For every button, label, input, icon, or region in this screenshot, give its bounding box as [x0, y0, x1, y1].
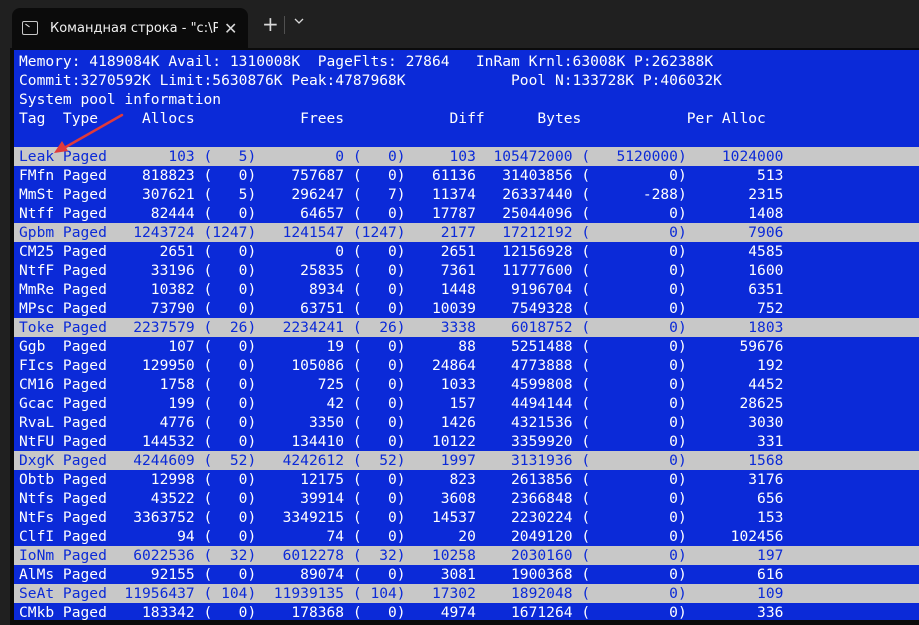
table-row: FIcs Paged 129950 ( 0) 105086 ( 0) 24864…: [14, 356, 919, 375]
tab-separator: [284, 16, 285, 34]
table-row-text: ClfI Paged 94 ( 0) 74 ( 0) 20 2049120 ( …: [19, 528, 784, 545]
table-row-text: FIcs Paged 129950 ( 0) 105086 ( 0) 24864…: [19, 357, 784, 374]
table-row-text: NtFs Paged 3363752 ( 0) 3349215 ( 0) 145…: [19, 509, 784, 526]
tab-title: Командная строка - "c:\Progr: [50, 20, 218, 36]
terminal-icon: [22, 21, 38, 35]
poolmon-header: Memory: 4189084K Avail: 1310008K PageFlt…: [19, 52, 766, 128]
table-row-text: IoNm Paged 6022536 ( 32) 6012278 ( 32) 1…: [19, 547, 784, 564]
table-row: Gcac Paged 199 ( 0) 42 ( 0) 157 4494144 …: [14, 394, 919, 413]
table-row-text: MPsc Paged 73790 ( 0) 63751 ( 0) 10039 7…: [19, 300, 784, 317]
table-row-text: Ntff Paged 82444 ( 0) 64657 ( 0) 17787 2…: [19, 205, 784, 222]
table-row: CM16 Paged 1758 ( 0) 725 ( 0) 1033 45998…: [14, 375, 919, 394]
table-row-text: Gpbm Paged 1243724 (1247) 1241547 (1247)…: [19, 224, 784, 241]
table-row-text: NtFU Paged 144532 ( 0) 134410 ( 0) 10122…: [19, 433, 784, 450]
table-row: NtFU Paged 144532 ( 0) 134410 ( 0) 10122…: [14, 432, 919, 451]
table-row: CMkb Paged 183342 ( 0) 178368 ( 0) 4974 …: [14, 603, 919, 622]
table-row: NtFs Paged 3363752 ( 0) 3349215 ( 0) 145…: [14, 508, 919, 527]
table-row: Leak Paged 103 ( 5) 0 ( 0) 103 105472000…: [14, 147, 919, 166]
terminal-tab[interactable]: Командная строка - "c:\Progr ✕: [12, 8, 248, 48]
table-row-text: MmSt Paged 307621 ( 5) 296247 ( 7) 11374…: [19, 186, 784, 203]
title-bar: Командная строка - "c:\Progr ✕ +: [0, 0, 919, 48]
table-row: MPsc Paged 73790 ( 0) 63751 ( 0) 10039 7…: [14, 299, 919, 318]
column-headers: Tag Type Allocs Frees Diff Bytes Per All…: [19, 110, 766, 127]
table-row: NtfF Paged 33196 ( 0) 25835 ( 0) 7361 11…: [14, 261, 919, 280]
commit-summary: Commit:3270592K Limit:5630876K Peak:4787…: [19, 72, 722, 89]
table-row-text: Leak Paged 103 ( 5) 0 ( 0) 103 105472000…: [19, 148, 784, 165]
table-row: MmSt Paged 307621 ( 5) 296247 ( 7) 11374…: [14, 185, 919, 204]
table-row-text: Toke Paged 2237579 ( 26) 2234241 ( 26) 3…: [19, 319, 784, 336]
table-row-text: FMfn Paged 818823 ( 0) 757687 ( 0) 61136…: [19, 167, 784, 184]
table-row: Toke Paged 2237579 ( 26) 2234241 ( 26) 3…: [14, 318, 919, 337]
table-row-text: DxgK Paged 4244609 ( 52) 4242612 ( 52) 1…: [19, 452, 784, 469]
new-tab-button[interactable]: +: [262, 14, 279, 34]
table-row: SeAt Paged 11956437 ( 104) 11939135 ( 10…: [14, 584, 919, 603]
table-row-text: CM25 Paged 2651 ( 0) 0 ( 0) 2651 1215692…: [19, 243, 784, 260]
table-row-text: NtfF Paged 33196 ( 0) 25835 ( 0) 7361 11…: [19, 262, 784, 279]
table-row: CM25 Paged 2651 ( 0) 0 ( 0) 2651 1215692…: [14, 242, 919, 261]
table-row-text: MmRe Paged 10382 ( 0) 8934 ( 0) 1448 919…: [19, 281, 784, 298]
table-row-text: CM16 Paged 1758 ( 0) 725 ( 0) 1033 45998…: [19, 376, 784, 393]
memory-summary: Memory: 4189084K Avail: 1310008K PageFlt…: [19, 53, 714, 70]
pool-info-title: System pool information: [19, 91, 222, 108]
table-row: ClfI Paged 94 ( 0) 74 ( 0) 20 2049120 ( …: [14, 527, 919, 546]
table-row-text: AlMs Paged 92155 ( 0) 89074 ( 0) 3081 19…: [19, 566, 784, 583]
table-row-text: RvaL Paged 4776 ( 0) 3350 ( 0) 1426 4321…: [19, 414, 784, 431]
table-row: MmRe Paged 10382 ( 0) 8934 ( 0) 1448 919…: [14, 280, 919, 299]
table-row: DxgK Paged 4244609 ( 52) 4242612 ( 52) 1…: [14, 451, 919, 470]
table-row: RvaL Paged 4776 ( 0) 3350 ( 0) 1426 4321…: [14, 413, 919, 432]
table-row-text: Obtb Paged 12998 ( 0) 12175 ( 0) 823 261…: [19, 471, 784, 488]
table-row: Ntff Paged 82444 ( 0) 64657 ( 0) 17787 2…: [14, 204, 919, 223]
table-row-text: Gcac Paged 199 ( 0) 42 ( 0) 157 4494144 …: [19, 395, 784, 412]
table-row: Ggb Paged 107 ( 0) 19 ( 0) 88 5251488 ( …: [14, 337, 919, 356]
table-row: AlMs Paged 92155 ( 0) 89074 ( 0) 3081 19…: [14, 565, 919, 584]
tab-close-button[interactable]: ✕: [224, 19, 237, 38]
table-row-text: Ggb Paged 107 ( 0) 19 ( 0) 88 5251488 ( …: [19, 338, 784, 355]
chevron-down-icon[interactable]: [294, 16, 304, 26]
table-row: FMfn Paged 818823 ( 0) 757687 ( 0) 61136…: [14, 166, 919, 185]
table-row-text: SeAt Paged 11956437 ( 104) 11939135 ( 10…: [19, 585, 784, 602]
table-row-text: Ntfs Paged 43522 ( 0) 39914 ( 0) 3608 23…: [19, 490, 784, 507]
table-row: Ntfs Paged 43522 ( 0) 39914 ( 0) 3608 23…: [14, 489, 919, 508]
table-row: IoNm Paged 6022536 ( 32) 6012278 ( 32) 1…: [14, 546, 919, 565]
table-row: Obtb Paged 12998 ( 0) 12175 ( 0) 823 261…: [14, 470, 919, 489]
pool-table: Leak Paged 103 ( 5) 0 ( 0) 103 105472000…: [14, 147, 919, 622]
table-row-text: CMkb Paged 183342 ( 0) 178368 ( 0) 4974 …: [19, 604, 784, 621]
table-row: Gpbm Paged 1243724 (1247) 1241547 (1247)…: [14, 223, 919, 242]
